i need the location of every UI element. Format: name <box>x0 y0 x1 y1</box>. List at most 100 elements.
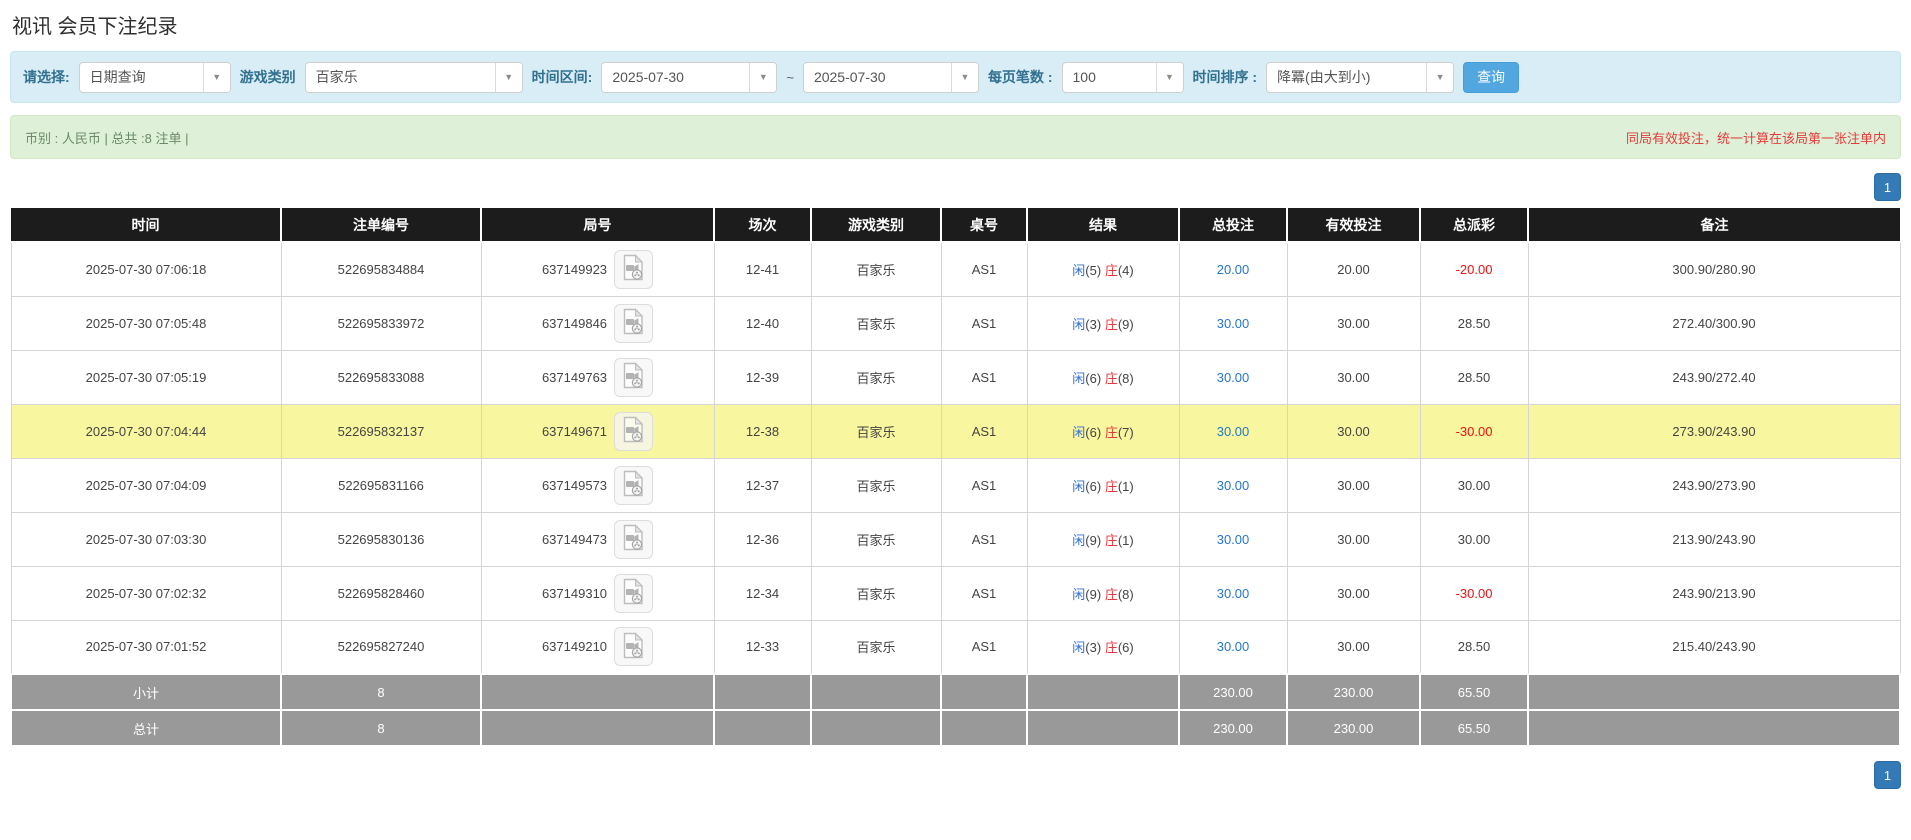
date-from-select[interactable]: 2025-07-30 ▼ <box>601 62 777 93</box>
result-banker: 庄 <box>1105 371 1118 386</box>
video-record-icon <box>621 308 646 338</box>
video-playback-button[interactable] <box>614 466 653 505</box>
total-bet-link[interactable]: 30.00 <box>1217 424 1250 439</box>
summary-total-bet-cell: 230.00 <box>1179 710 1287 746</box>
result-player: 闲 <box>1072 263 1085 278</box>
video-record-icon <box>621 362 646 392</box>
payout-cell: 28.50 <box>1420 350 1528 404</box>
bet-number-cell: 522695828460 <box>281 566 481 620</box>
page-1-button[interactable]: 1 <box>1874 173 1901 201</box>
video-playback-button[interactable] <box>614 358 653 397</box>
round-number: 637149763 <box>542 370 607 385</box>
video-playback-button[interactable] <box>614 250 653 289</box>
game-category-select[interactable]: 百家乐 ▼ <box>305 62 523 93</box>
total-bet-link[interactable]: 30.00 <box>1217 316 1250 331</box>
chevron-down-icon: ▼ <box>1426 63 1453 92</box>
result-banker: 庄 <box>1105 263 1118 278</box>
remark-cell: 272.40/300.90 <box>1528 296 1900 350</box>
time-sort-select[interactable]: 降冪(由大到小) ▼ <box>1266 62 1454 93</box>
currency-total-summary: 币别 : 人民币 | 总共 :8 注单 | <box>25 128 189 147</box>
round-number-cell: 637149763 <box>481 350 714 404</box>
round-number: 637149473 <box>542 532 607 547</box>
summary-total-bet-cell: 230.00 <box>1179 674 1287 710</box>
time-cell: 2025-07-30 07:04:44 <box>11 404 281 458</box>
video-playback-button[interactable] <box>614 520 653 559</box>
summary-empty-cell <box>481 710 714 746</box>
date-to-select[interactable]: 2025-07-30 ▼ <box>803 62 979 93</box>
search-button[interactable]: 查询 <box>1463 62 1519 93</box>
total-bet-link[interactable]: 30.00 <box>1217 478 1250 493</box>
table-row[interactable]: 2025-07-30 07:03:30522695830136637149473… <box>11 512 1900 566</box>
round-number-cell: 637149310 <box>481 566 714 620</box>
total-bet-cell: 20.00 <box>1179 242 1287 296</box>
table-row[interactable]: 2025-07-30 07:04:09522695831166637149573… <box>11 458 1900 512</box>
video-record-icon <box>621 470 646 500</box>
page-size-value: 100 <box>1063 63 1156 92</box>
query-type-select[interactable]: 日期查询 ▼ <box>79 62 231 93</box>
column-header: 结果 <box>1027 208 1179 242</box>
round-number-wrap: 637149210 <box>542 627 653 666</box>
query-type-label: 请选择: <box>23 67 70 87</box>
video-playback-button[interactable] <box>614 627 653 666</box>
session-cell: 12-34 <box>714 566 811 620</box>
table-row[interactable]: 2025-07-30 07:02:32522695828460637149310… <box>11 566 1900 620</box>
result-score: (9) <box>1085 587 1101 602</box>
payout-cell: 28.50 <box>1420 296 1528 350</box>
video-playback-button[interactable] <box>614 574 653 613</box>
total-bet-link[interactable]: 30.00 <box>1217 639 1250 654</box>
result-player: 闲 <box>1072 587 1085 602</box>
page-size-select[interactable]: 100 ▼ <box>1062 62 1184 93</box>
total-bet-link[interactable]: 30.00 <box>1217 532 1250 547</box>
chevron-down-icon: ▼ <box>749 63 776 92</box>
result-player: 闲 <box>1072 533 1085 548</box>
valid-bet-cell: 30.00 <box>1287 296 1420 350</box>
result-score: (8) <box>1118 371 1134 386</box>
table-number-cell: AS1 <box>941 404 1027 458</box>
round-number-cell: 637149671 <box>481 404 714 458</box>
table-row[interactable]: 2025-07-30 07:05:48522695833972637149846… <box>11 296 1900 350</box>
video-playback-button[interactable] <box>614 304 653 343</box>
column-header: 游戏类别 <box>811 208 941 242</box>
chevron-down-icon: ▼ <box>951 63 978 92</box>
payout-cell: -30.00 <box>1420 404 1528 458</box>
filter-bar: 请选择: 日期查询 ▼ 游戏类别 百家乐 ▼ 时间区间: 2025-07-30 … <box>10 51 1901 103</box>
table-row[interactable]: 2025-07-30 07:01:52522695827240637149210… <box>11 620 1900 674</box>
result-score: (9) <box>1085 533 1101 548</box>
game-category-label: 游戏类别 <box>240 67 296 87</box>
summary-empty-cell <box>1027 674 1179 710</box>
payout-cell: 30.00 <box>1420 512 1528 566</box>
session-cell: 12-36 <box>714 512 811 566</box>
page-1-button[interactable]: 1 <box>1874 761 1901 789</box>
grand-total-row: 总计8230.00230.0065.50 <box>11 710 1900 746</box>
round-number: 637149310 <box>542 586 607 601</box>
summary-empty-cell <box>941 710 1027 746</box>
session-cell: 12-39 <box>714 350 811 404</box>
valid-bet-notice: 同局有效投注，统一计算在该局第一张注单内 <box>1626 128 1886 147</box>
summary-empty-cell <box>941 674 1027 710</box>
remark-cell: 215.40/243.90 <box>1528 620 1900 674</box>
total-bet-cell: 30.00 <box>1179 620 1287 674</box>
summary-valid-bet-cell: 230.00 <box>1287 674 1420 710</box>
table-row[interactable]: 2025-07-30 07:04:44522695832137637149671… <box>11 404 1900 458</box>
total-bet-link[interactable]: 30.00 <box>1217 586 1250 601</box>
table-row[interactable]: 2025-07-30 07:06:18522695834884637149923… <box>11 242 1900 296</box>
time-range-label: 时间区间: <box>532 67 593 87</box>
round-number: 637149671 <box>542 424 607 439</box>
info-bar: 币别 : 人民币 | 总共 :8 注单 | 同局有效投注，统一计算在该局第一张注… <box>10 115 1901 159</box>
time-sort-label: 时间排序 : <box>1193 67 1258 87</box>
total-bet-cell: 30.00 <box>1179 566 1287 620</box>
round-number-wrap: 637149671 <box>542 412 653 451</box>
video-playback-button[interactable] <box>614 412 653 451</box>
result-score: (3) <box>1085 640 1101 655</box>
time-cell: 2025-07-30 07:01:52 <box>11 620 281 674</box>
chevron-down-icon: ▼ <box>495 63 522 92</box>
table-row[interactable]: 2025-07-30 07:05:19522695833088637149763… <box>11 350 1900 404</box>
table-number-cell: AS1 <box>941 242 1027 296</box>
total-bet-link[interactable]: 30.00 <box>1217 370 1250 385</box>
result-cell: 闲(9) 庄(1) <box>1027 512 1179 566</box>
round-number-wrap: 637149473 <box>542 520 653 559</box>
summary-payout-cell: 65.50 <box>1420 674 1528 710</box>
bet-number-cell: 522695834884 <box>281 242 481 296</box>
query-type-value: 日期查询 <box>80 63 203 92</box>
total-bet-link[interactable]: 20.00 <box>1217 262 1250 277</box>
